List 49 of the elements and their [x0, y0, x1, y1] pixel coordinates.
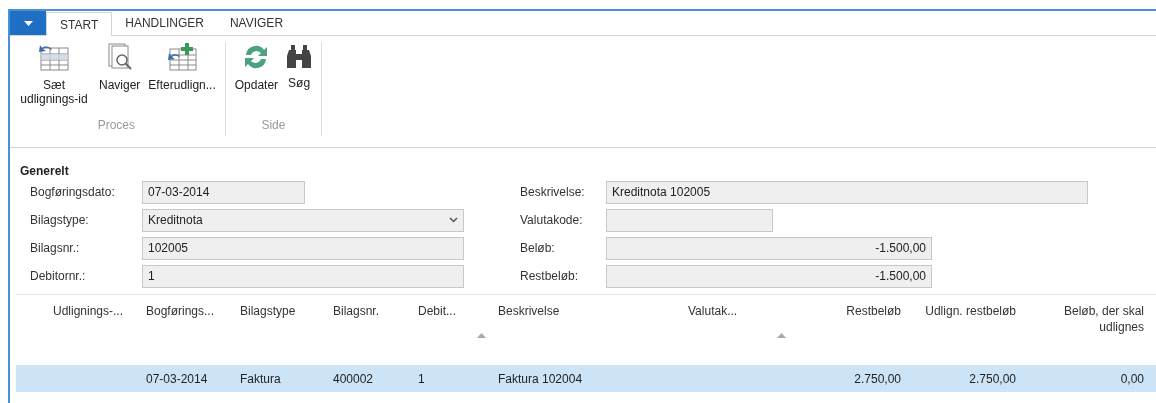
column-header[interactable]: Debit...	[412, 303, 492, 357]
group-label: Proces	[97, 117, 136, 134]
binoculars-icon	[286, 42, 313, 70]
table-cell-text: 07-03-2014	[145, 370, 209, 388]
table-cell-text: 1	[417, 370, 426, 388]
chevron-down-icon	[449, 217, 458, 223]
column-header[interactable]: Beløb, der skal udlignes	[1022, 303, 1150, 357]
column-header[interactable]: Beskrivelse	[492, 303, 682, 357]
column-header[interactable]: Udlignings-...	[47, 303, 140, 357]
ribbon-button[interactable]: Opdater	[231, 42, 282, 92]
ribbon-button[interactable]: Søg	[283, 42, 316, 90]
field-label: Restbeløb:	[520, 268, 580, 285]
field-label: Bogføringsdato:	[30, 184, 116, 201]
field-label: Beskrivelse:	[520, 184, 586, 201]
column-header[interactable]: Restbeløb	[792, 303, 907, 357]
field-label: Debitornr.:	[30, 268, 87, 285]
field-label: Bilagstype:	[30, 212, 90, 229]
ribbon-button[interactable]: Efterudlign...	[145, 42, 219, 92]
field-label: Valutakode:	[520, 212, 584, 229]
group-label: Side	[261, 117, 286, 134]
section-title: Generelt	[20, 163, 70, 178]
field-label: Bilagsnr.:	[30, 240, 81, 257]
input-field[interactable]: -1.500,00	[606, 236, 932, 260]
input-field[interactable]: 1	[142, 264, 464, 288]
table-cell-text: Faktura 102004	[497, 370, 584, 388]
dropdown-field[interactable]: Kreditnota	[142, 208, 464, 232]
column-header[interactable]: Udlign. restbeløb	[907, 303, 1022, 357]
column-header[interactable]: Valutak...	[682, 303, 792, 357]
input-field[interactable]: 07-03-2014	[142, 180, 305, 204]
input-field[interactable]	[606, 208, 773, 232]
table-row[interactable]: 07-03-2014 Faktura 400002 1 Faktura 102004 2.750,00 2.750,00 0,00	[16, 365, 1156, 392]
column-header[interactable]: Bogførings...	[140, 303, 234, 357]
column-header[interactable]: Bilagstype	[234, 303, 327, 357]
ribbon-tab[interactable]: START	[46, 12, 113, 36]
menu-button[interactable]	[10, 11, 46, 35]
table-cell-text: 0,00	[1119, 370, 1145, 388]
table-cell-text: Faktura	[239, 370, 282, 388]
column-header[interactable]: Bilagsnr.	[327, 303, 412, 357]
field-label: Beløb:	[520, 240, 556, 257]
input-field[interactable]: -1.500,00	[606, 264, 932, 288]
table-cell-text: 2.750,00	[968, 370, 1017, 388]
table-cell-text: 400002	[332, 370, 375, 388]
input-field[interactable]: Kreditnota 102005	[606, 180, 1088, 204]
caret-down-icon	[23, 20, 33, 26]
ribbon-button[interactable]: Sæt udlignings-id	[14, 42, 94, 106]
ribbon-button[interactable]: Naviger	[96, 42, 144, 92]
input-field[interactable]: 102005	[142, 236, 464, 260]
table-plus-icon	[166, 42, 199, 72]
table-cell-text: 2.750,00	[853, 370, 902, 388]
